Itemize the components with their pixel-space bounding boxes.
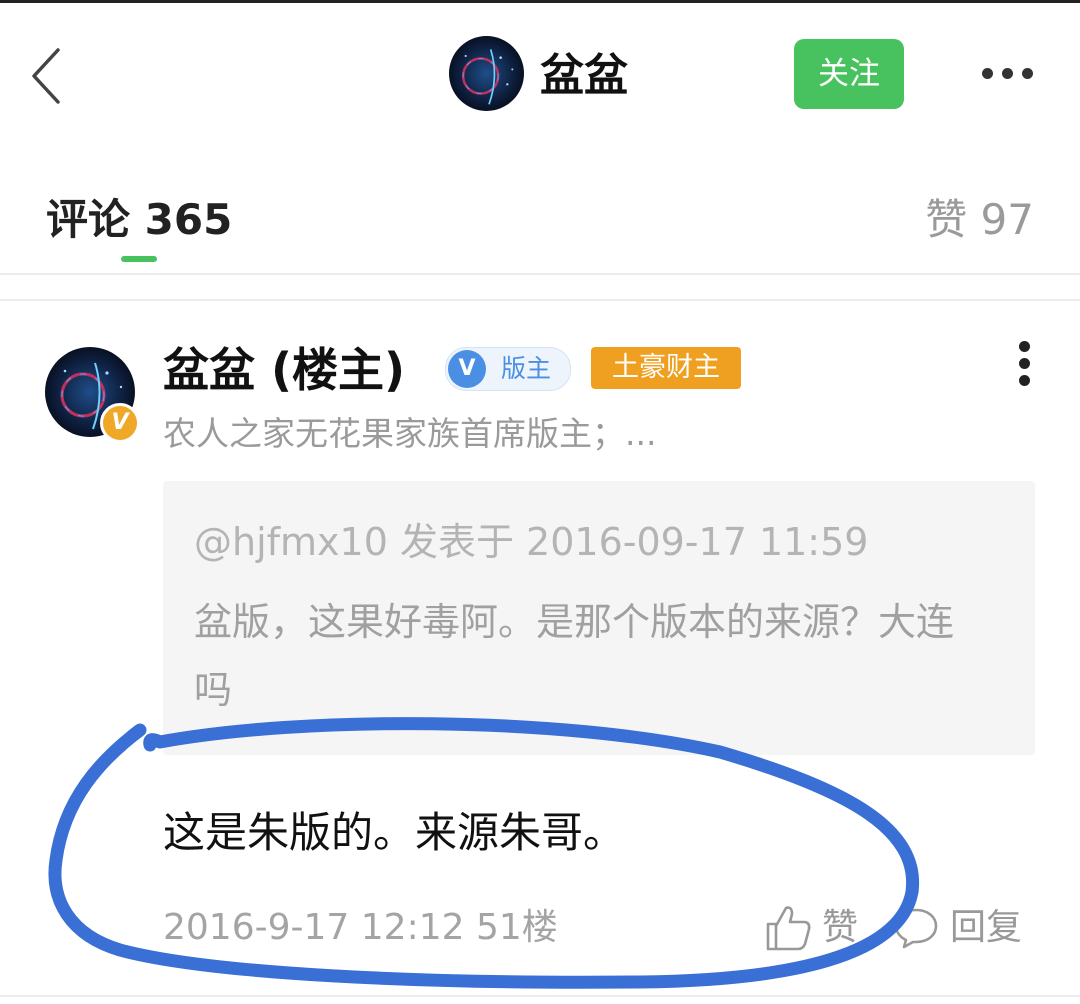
rich-badge: 土豪财主 xyxy=(591,347,741,389)
quoted-comment[interactable]: @hjfmx10 发表于 2016-09-17 11:59 盆版，这果好毒阿。是… xyxy=(163,481,1035,755)
verified-badge-icon: V xyxy=(100,403,140,443)
tab-comments[interactable]: 评论 365 xyxy=(46,194,232,246)
chat-bubble-icon xyxy=(894,908,938,949)
divider xyxy=(0,299,1080,301)
comment-author[interactable]: 盆盆 (楼主) xyxy=(163,342,405,398)
thumbs-up-icon xyxy=(766,906,811,951)
comment-timestamp: 2016-9-17 12:12 51楼 xyxy=(163,907,558,948)
more-vertical-icon[interactable] xyxy=(1019,341,1033,387)
tab-likes[interactable]: 赞 97 xyxy=(925,194,1034,246)
comment-text: 这是朱版的。来源朱哥。 xyxy=(163,808,626,857)
divider xyxy=(0,273,1080,275)
header-avatar[interactable] xyxy=(449,36,524,111)
active-tab-indicator xyxy=(121,256,157,262)
divider xyxy=(0,995,1080,997)
quote-meta: @hjfmx10 发表于 2016-09-17 11:59 xyxy=(194,520,869,564)
moderator-badge: V 版主 xyxy=(445,347,571,391)
author-subtitle: 农人之家无花果家族首席版主；... xyxy=(163,414,657,453)
like-label: 赞 xyxy=(822,907,859,948)
follow-button[interactable]: 关注 xyxy=(794,39,904,109)
moderator-v-icon: V xyxy=(448,350,486,388)
moderator-badge-label: 版主 xyxy=(501,354,552,383)
quote-text: 盆版，这果好毒阿。是那个版本的来源？大连吗 xyxy=(194,600,955,712)
reply-label: 回复 xyxy=(950,907,1023,948)
page-title: 盆盆 xyxy=(540,50,628,101)
more-horizontal-icon[interactable] xyxy=(982,68,1034,82)
chevron-left-icon[interactable] xyxy=(28,46,68,106)
top-edge-line xyxy=(0,0,1080,3)
